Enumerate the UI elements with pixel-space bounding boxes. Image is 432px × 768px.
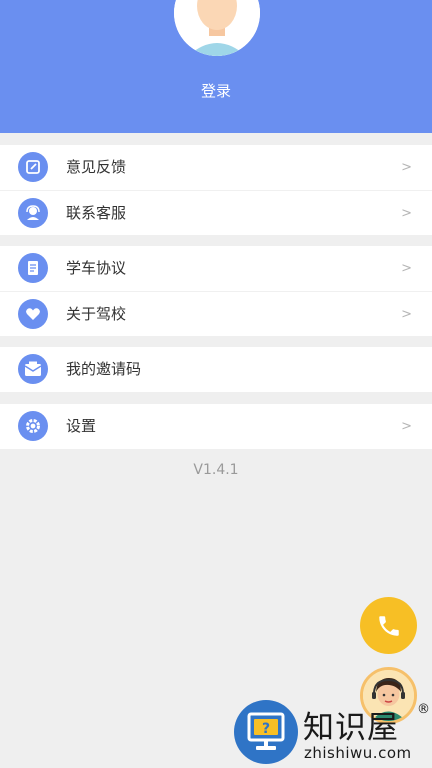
menu-item-label: 意见反馈 (66, 158, 127, 176)
call-button[interactable] (360, 597, 417, 654)
chevron-right-icon: > (401, 261, 412, 276)
menu-group-3: 我的邀请码 (0, 347, 432, 392)
envelope-icon (18, 354, 48, 384)
menu-item-learning-agreement[interactable]: 学车协议 > (0, 246, 432, 291)
phone-icon (378, 615, 399, 636)
agreement-icon (18, 253, 48, 283)
svg-text:?: ? (262, 721, 270, 737)
feedback-icon (18, 152, 48, 182)
menu-item-label: 联系客服 (66, 204, 127, 222)
monitor-question-icon: ? (247, 712, 285, 750)
chevron-right-icon: > (401, 419, 412, 434)
menu-item-settings[interactable]: 设置 > (0, 404, 432, 449)
customer-service-icon (18, 198, 48, 228)
menu-item-label: 关于驾校 (66, 305, 127, 323)
watermark-logo: ? (234, 700, 298, 764)
heart-icon (18, 299, 48, 329)
chevron-right-icon: > (401, 206, 412, 221)
avatar[interactable] (174, 0, 260, 56)
login-link[interactable]: 登录 (0, 80, 432, 101)
menu-item-label: 我的邀请码 (66, 360, 142, 378)
menu-item-label: 学车协议 (66, 259, 127, 277)
watermark-registered-mark: ® (417, 702, 430, 717)
profile-header: 登录 (0, 0, 432, 133)
chevron-right-icon: > (401, 160, 412, 175)
menu-item-about-school[interactable]: 关于驾校 > (0, 291, 432, 336)
version-text: V1.4.1 (193, 462, 239, 478)
gear-icon (18, 411, 48, 441)
menu-group-1: 意见反馈 > 联系客服 > (0, 145, 432, 235)
menu-group-4: 设置 > (0, 404, 432, 449)
menu-group-2: 学车协议 > 关于驾校 > (0, 246, 432, 336)
watermark-title: 知识屋 (303, 710, 399, 746)
menu-item-customer-service[interactable]: 联系客服 > (0, 190, 432, 235)
menu-item-feedback[interactable]: 意见反馈 > (0, 145, 432, 190)
menu-item-invite-code[interactable]: 我的邀请码 (0, 347, 432, 392)
chevron-right-icon: > (401, 307, 412, 322)
watermark-url: zhishiwu.com (304, 744, 412, 762)
menu-item-label: 设置 (66, 417, 97, 435)
